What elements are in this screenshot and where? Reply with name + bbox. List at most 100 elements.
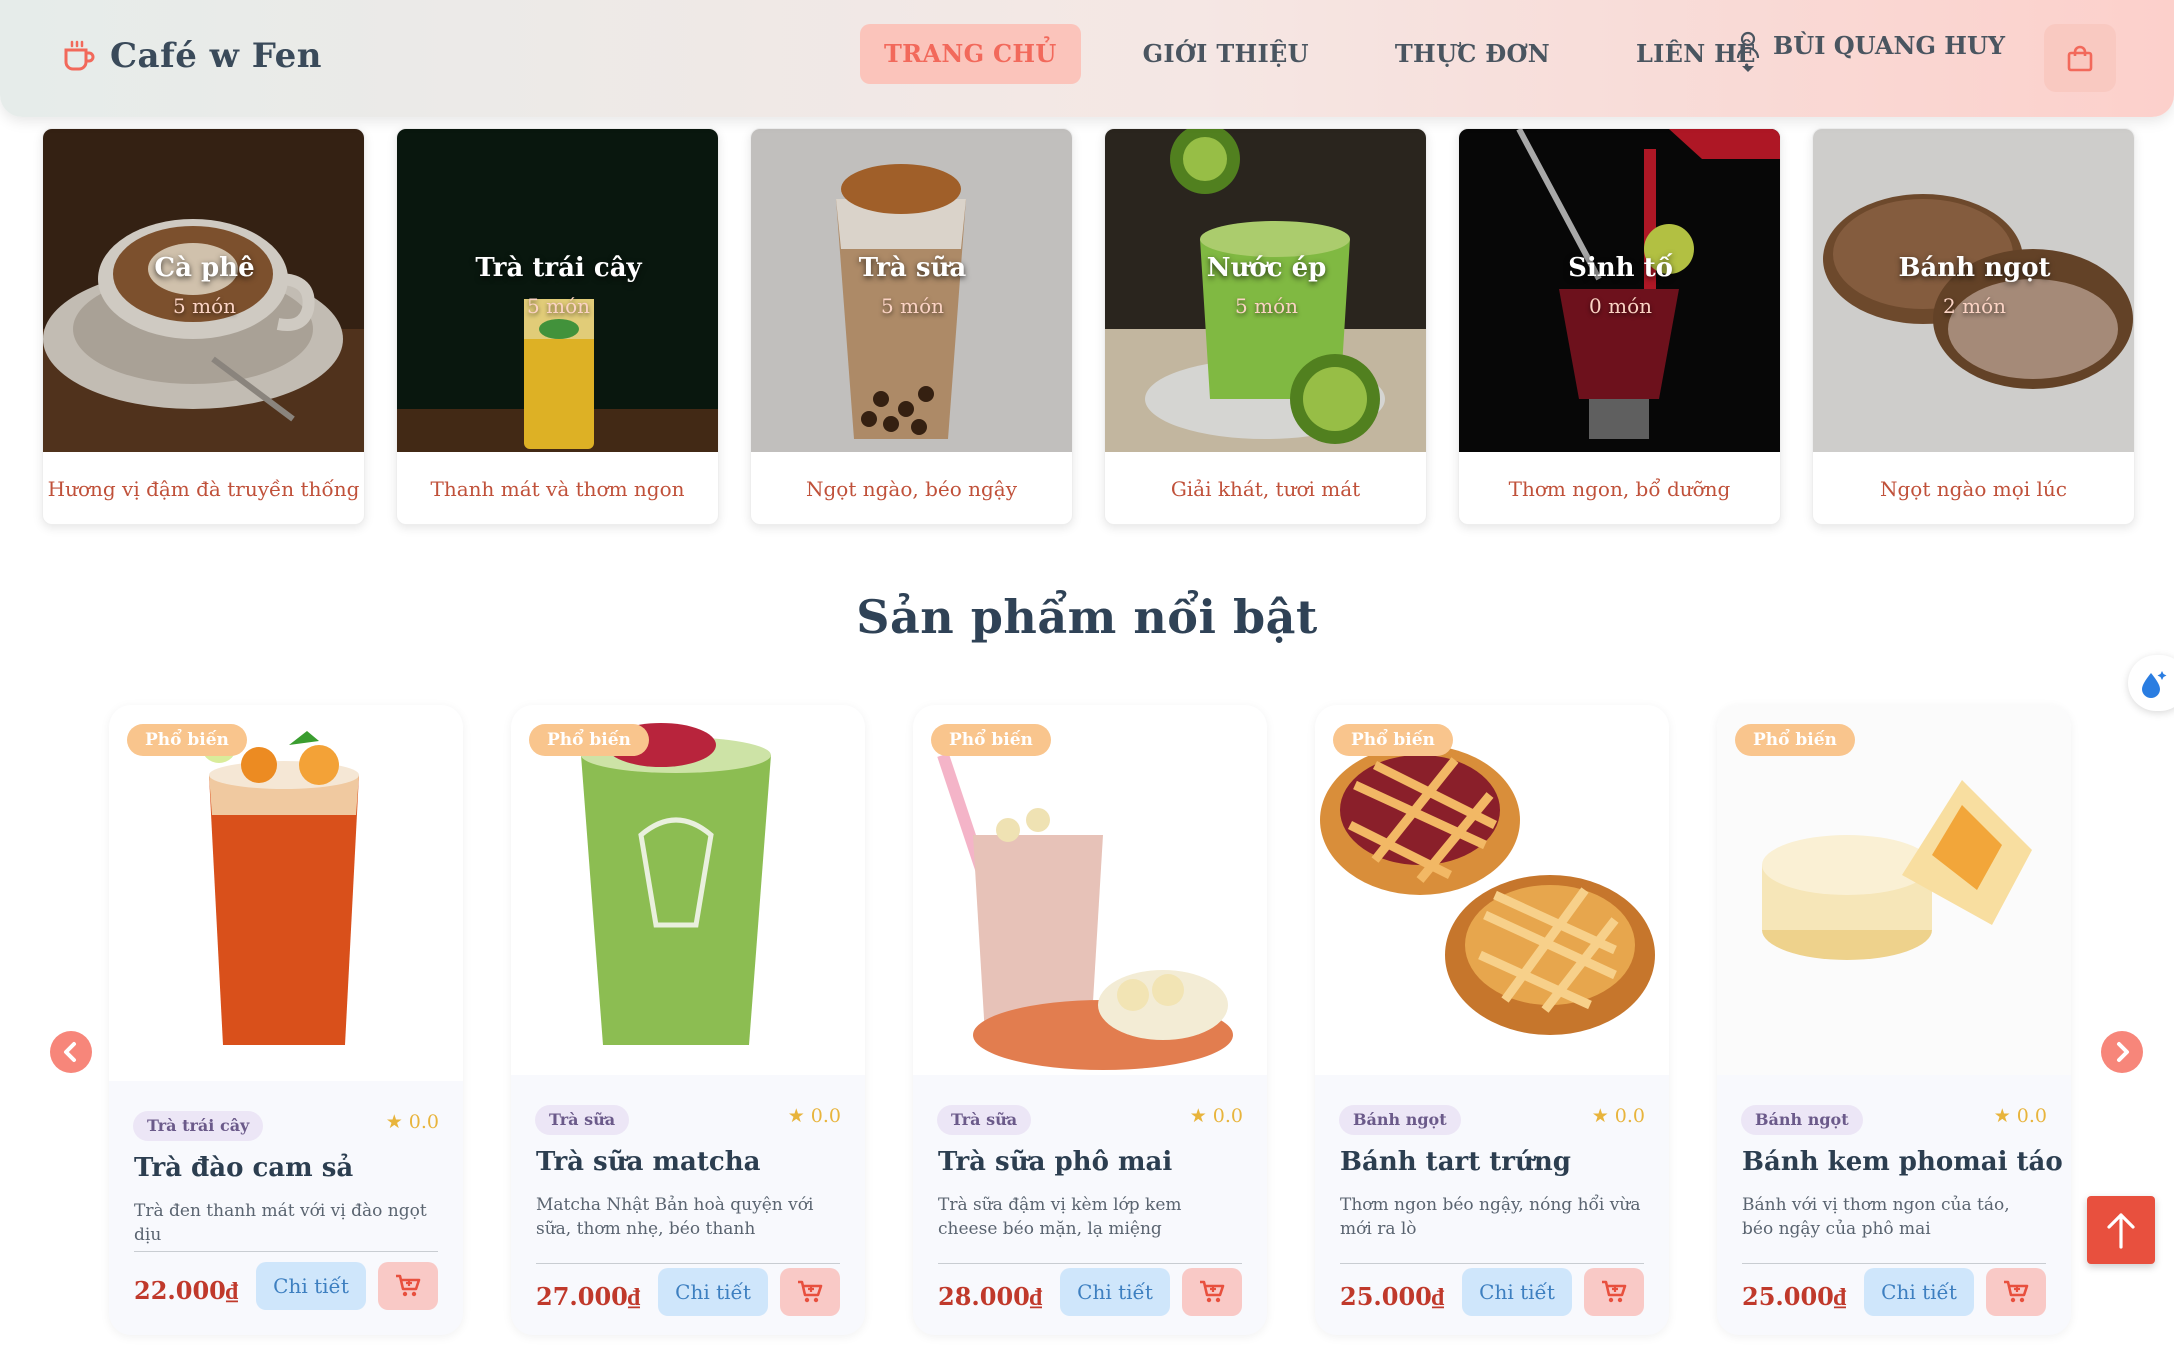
product-category-tag: Trà trái cây — [133, 1111, 264, 1141]
detail-button[interactable]: Chi tiết — [256, 1262, 366, 1310]
product-name: Trà đào cam sả — [134, 1153, 354, 1183]
water-drop-icon — [2142, 671, 2167, 698]
rating-value: 0.0 — [810, 1105, 841, 1127]
product-rating: ★ 0.0 — [1190, 1105, 1243, 1127]
product-desc: Thơm ngon béo ngậy, nóng hổi vừa mới ra … — [1340, 1195, 1641, 1239]
category-card-milk-tea[interactable]: Trà sữa 5 món Ngọt ngào, béo ngậy — [750, 128, 1073, 525]
product-name: Bánh tart trứng — [1340, 1147, 1571, 1177]
category-card-coffee[interactable]: Cà phê 5 món Hương vị đậm đà truyền thốn… — [42, 128, 365, 525]
star-icon: ★ — [787, 1105, 805, 1127]
add-to-cart-button[interactable] — [1986, 1268, 2046, 1316]
arrow-up-icon — [2107, 1213, 2135, 1249]
divider — [938, 1263, 1242, 1264]
detail-button[interactable]: Chi tiết — [1864, 1268, 1974, 1316]
product-rating: ★ 0.0 — [386, 1111, 439, 1133]
nav-item-menu[interactable]: THỰC ĐƠN — [1371, 24, 1574, 84]
category-card-juice[interactable]: Nước ép 5 món Giải khát, tươi mát — [1104, 128, 1427, 525]
brand-name: Café w Fen — [110, 36, 322, 76]
carousel-prev-button[interactable] — [50, 1031, 92, 1073]
category-count: 5 món — [1235, 294, 1298, 318]
user-menu[interactable]: BÙI QUANG HUY — [1735, 30, 2005, 74]
product-rating: ★ 0.0 — [1994, 1105, 2047, 1127]
product-card[interactable]: Phổ biến Trà sữa ★ 0.0 Trà sữa phô mai T… — [913, 705, 1267, 1335]
product-image: Phổ biến — [1717, 705, 2071, 1075]
cart-button[interactable] — [2044, 24, 2116, 92]
product-image: Phổ biến — [913, 705, 1267, 1075]
category-image: Cà phê 5 món — [43, 129, 364, 452]
cart-icon — [1200, 1280, 1225, 1303]
cart-icon — [1602, 1280, 1627, 1303]
product-desc: Trà đen thanh mát với vị đào ngọt dịu — [134, 1201, 427, 1245]
product-rating: ★ 0.0 — [1592, 1105, 1645, 1127]
category-count: 2 món — [1943, 294, 2006, 318]
category-title: Bánh ngọt — [1898, 253, 2051, 283]
product-rating: ★ 0.0 — [788, 1105, 841, 1127]
category-title: Nước ép — [1206, 253, 1327, 283]
add-to-cart-button[interactable] — [1584, 1268, 1644, 1316]
star-icon: ★ — [1591, 1105, 1609, 1127]
product-name: Trà sữa matcha — [536, 1147, 761, 1177]
category-image: Bánh ngọt 2 món — [1813, 129, 2134, 452]
product-desc: Matcha Nhật Bản hoà quyện với sữa, thơm … — [536, 1195, 814, 1239]
product-desc: Bánh với vị thơm ngon của táo, béo ngậy … — [1742, 1195, 2010, 1239]
scroll-top-button[interactable] — [2087, 1196, 2155, 1264]
product-price: 25.000₫ — [1742, 1282, 1847, 1311]
shopping-bag-icon — [2067, 45, 2093, 72]
product-desc: Trà sữa đậm vị kèm lớp kem cheese béo mặ… — [938, 1195, 1182, 1239]
add-to-cart-button[interactable] — [780, 1268, 840, 1316]
carousel-next-button[interactable] — [2101, 1031, 2143, 1073]
add-to-cart-button[interactable] — [378, 1262, 438, 1310]
category-title: Trà sữa — [858, 253, 967, 283]
category-image: Trà sữa 5 món — [751, 129, 1072, 452]
user-name: BÙI QUANG HUY — [1773, 31, 2006, 60]
category-image: Nước ép 5 món — [1105, 129, 1426, 452]
category-desc: Giải khát, tươi mát — [1170, 477, 1361, 501]
star-icon: ★ — [1993, 1105, 2011, 1127]
divider — [134, 1251, 438, 1252]
rating-value: 0.0 — [1212, 1105, 1243, 1127]
featured-title: Sản phẩm nổi bật — [856, 590, 1318, 644]
category-desc: Ngọt ngào mọi lúc — [1880, 477, 2067, 501]
nav-item-home[interactable]: TRANG CHỦ — [860, 24, 1081, 84]
product-card[interactable]: Phổ biến Bánh ngọt ★ 0.0 Bánh kem phomai… — [1717, 705, 2071, 1335]
product-price: 25.000₫ — [1340, 1282, 1445, 1311]
star-icon: ★ — [385, 1111, 403, 1133]
category-count: 5 món — [881, 294, 944, 318]
detail-button[interactable]: Chi tiết — [1462, 1268, 1572, 1316]
popular-badge: Phổ biến — [931, 724, 1051, 756]
product-name: Bánh kem phomai táo — [1742, 1147, 2063, 1177]
category-card-fruit-tea[interactable]: Trà trái cây 5 món Thanh mát và thơm ngo… — [396, 128, 719, 525]
category-count: 5 món — [173, 294, 236, 318]
product-price: 27.000₫ — [536, 1282, 641, 1311]
product-image: Phổ biến — [511, 705, 865, 1075]
water-drop-widget[interactable] — [2128, 655, 2174, 711]
product-category-tag: Bánh ngọt — [1741, 1105, 1863, 1135]
add-to-cart-button[interactable] — [1182, 1268, 1242, 1316]
detail-button[interactable]: Chi tiết — [658, 1268, 768, 1316]
chevron-right-icon — [2117, 1042, 2129, 1062]
category-title: Cà phê — [154, 253, 255, 283]
cart-icon — [396, 1274, 421, 1297]
product-image: Phổ biến — [109, 705, 463, 1081]
featured-product-carousel: Phổ biến Trà trái cây ★ 0.0 Trà đào cam … — [109, 705, 2073, 1335]
product-name: Trà sữa phô mai — [938, 1147, 1173, 1177]
category-image: Trà trái cây 5 món — [397, 129, 718, 452]
nav-item-about[interactable]: GIỚI THIỆU — [1119, 24, 1333, 84]
category-desc: Thơm ngon, bổ dưỡng — [1508, 477, 1731, 501]
product-card[interactable]: Phổ biến Trà sữa ★ 0.0 Trà sữa matcha Ma… — [511, 705, 865, 1335]
category-card-smoothie[interactable]: Sinh tố 0 món Thơm ngon, bổ dưỡng — [1458, 128, 1781, 525]
main-nav: TRANG CHỦ GIỚI THIỆU THỰC ĐƠN LIÊN HỆ — [860, 24, 1818, 84]
product-card[interactable]: Phổ biến Bánh ngọt ★ 0.0 Bánh tart trứng… — [1315, 705, 1669, 1335]
product-price: 28.000₫ — [938, 1282, 1043, 1311]
category-desc: Hương vị đậm đà truyền thống — [47, 477, 360, 501]
detail-button[interactable]: Chi tiết — [1060, 1268, 1170, 1316]
category-desc: Thanh mát và thơm ngon — [430, 477, 685, 501]
brand-logo[interactable]: Café w Fen — [60, 36, 322, 76]
category-count: 5 món — [527, 294, 590, 318]
category-count: 0 món — [1589, 294, 1652, 318]
category-list: Cà phê 5 món Hương vị đậm đà truyền thốn… — [42, 128, 2135, 525]
category-card-pastry[interactable]: Bánh ngọt 2 món Ngọt ngào mọi lúc — [1812, 128, 2135, 525]
divider — [536, 1263, 840, 1264]
product-card[interactable]: Phổ biến Trà trái cây ★ 0.0 Trà đào cam … — [109, 705, 463, 1335]
popular-badge: Phổ biến — [1735, 724, 1855, 756]
